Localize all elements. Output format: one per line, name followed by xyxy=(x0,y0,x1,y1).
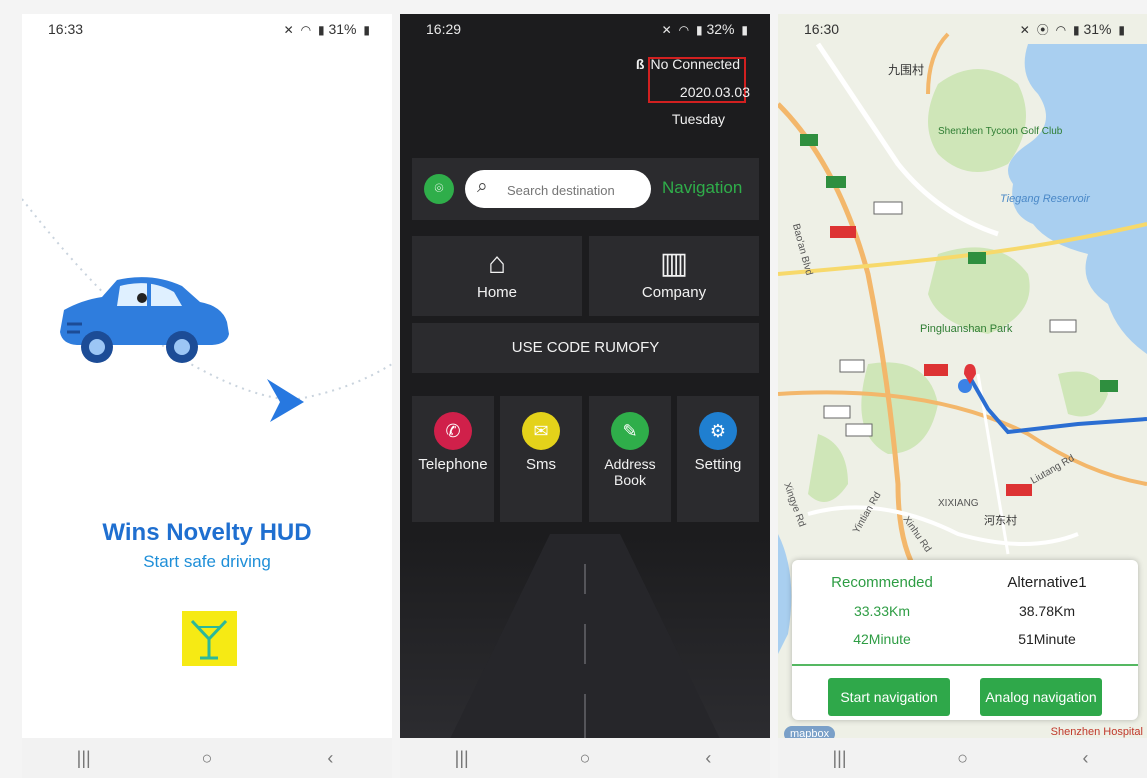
location-pin-icon[interactable]: ⌾ xyxy=(424,174,454,204)
recommended-title: Recommended xyxy=(831,574,933,591)
search-box[interactable]: ⌕ xyxy=(465,170,651,208)
gear-icon: ⚙ xyxy=(699,412,737,450)
system-nav-bar: ||| ○ ‹ xyxy=(22,738,392,778)
address-book-label: Address Book xyxy=(604,456,656,488)
navigation-button[interactable]: Navigation xyxy=(662,178,742,198)
status-bar: 16:30 ✕ ⦿ ◠ ▮ 31% ▮ xyxy=(778,14,1147,44)
divider xyxy=(792,664,1138,666)
recommended-distance: 33.33Km xyxy=(853,603,911,619)
home-screen: 16:29 ✕ ◠ ▮ 32% ▮ ß No Connected 2020.03.… xyxy=(400,14,770,778)
map-label: Shenzhen Hospital xyxy=(1050,726,1143,738)
start-navigation-button[interactable]: Start navigation xyxy=(828,678,950,716)
navigation-bar: ⌾ ⌕ Navigation xyxy=(412,158,759,220)
back-button[interactable]: ‹ xyxy=(1056,748,1116,769)
road-shield xyxy=(1100,380,1118,392)
recent-apps-button[interactable]: ||| xyxy=(810,748,870,769)
address-book-tile[interactable]: ✎ Address Book xyxy=(589,396,671,522)
brand-logo xyxy=(182,611,237,666)
map-label: Shenzhen Tycoon Golf Club xyxy=(938,126,1063,137)
road-shield xyxy=(968,252,986,264)
recent-apps-button[interactable]: ||| xyxy=(54,748,114,769)
splash-screen: 16:33 ✕ ◠ ▮ 31% ▮ Wins Novelty HUD Start… xyxy=(22,14,392,778)
alternative-route[interactable]: Alternative1 38.78Km 51Minute xyxy=(967,574,1127,659)
road-shield xyxy=(839,359,865,373)
telephone-label: Telephone xyxy=(418,456,488,473)
home-button[interactable]: ○ xyxy=(555,748,615,769)
road-shield xyxy=(1006,484,1032,496)
alternative-title: Alternative1 xyxy=(1007,574,1087,591)
route-options-card: Recommended 33.33Km 42Minute Alternative… xyxy=(792,560,1138,720)
search-icon: ⌕ xyxy=(477,176,488,197)
home-tile[interactable]: ⌂ Home xyxy=(412,236,582,316)
map-label: Tiegang Reservoir xyxy=(1000,193,1091,205)
mute-icon: ✕ xyxy=(1019,23,1030,37)
home-icon: ⌂ xyxy=(487,247,507,280)
logo-icon xyxy=(190,619,228,660)
phone-icon: ✆ xyxy=(434,412,472,450)
company-label: Company xyxy=(641,284,707,301)
weekday-label: Tuesday xyxy=(671,111,725,127)
company-tile[interactable]: ▥ Company xyxy=(589,236,759,316)
alternative-duration: 51Minute xyxy=(1018,631,1076,647)
app-title: Wins Novelty HUD xyxy=(102,519,312,546)
app-subtitle: Start safe driving xyxy=(143,552,271,571)
map-label: 河东村 xyxy=(984,513,1017,527)
road-background xyxy=(400,534,770,739)
road-shield xyxy=(826,176,846,188)
road-shield xyxy=(873,201,903,215)
system-nav-bar: ||| ○ ‹ xyxy=(400,738,770,778)
sms-tile[interactable]: ✉ Sms xyxy=(500,396,582,522)
battery-icon: ▮ xyxy=(741,23,748,37)
system-nav-bar: ||| ○ ‹ xyxy=(778,738,1147,778)
building-icon: ▥ xyxy=(659,247,689,280)
signal-icon: ▮ xyxy=(695,23,703,37)
road-shield xyxy=(830,226,856,238)
map-screen: 九围村 Shenzhen Tycoon Golf Club Tiegang Re… xyxy=(778,14,1147,778)
recent-apps-button[interactable]: ||| xyxy=(432,748,492,769)
alternative-distance: 38.78Km xyxy=(1018,603,1076,619)
battery-level: 31% xyxy=(1083,21,1112,37)
promo-banner[interactable]: USE CODE RUMOFY xyxy=(412,323,759,373)
road-shield xyxy=(1049,319,1077,333)
back-button[interactable]: ‹ xyxy=(300,748,360,769)
home-button[interactable]: ○ xyxy=(933,748,993,769)
road-shield xyxy=(924,364,948,376)
setting-tile[interactable]: ⚙ Setting xyxy=(677,396,759,522)
map-label: 九围村 xyxy=(888,63,924,77)
setting-label: Setting xyxy=(694,456,742,473)
date-label: 2020.03.03 xyxy=(679,84,750,100)
status-time: 16:29 xyxy=(426,21,462,37)
status-bar: 16:29 ✕ ◠ ▮ 32% ▮ xyxy=(400,14,770,44)
road-shield xyxy=(800,134,818,146)
wifi-icon: ◠ xyxy=(678,23,690,37)
search-input[interactable] xyxy=(505,178,649,202)
map-label: Pingluanshan Park xyxy=(920,323,1013,335)
battery-icon: ▮ xyxy=(1118,23,1125,37)
bluetooth-icon: ß xyxy=(635,56,645,72)
sms-icon: ✉ xyxy=(522,412,560,450)
address-book-icon: ✎ xyxy=(611,412,649,450)
road-shield xyxy=(845,423,873,437)
recommended-duration: 42Minute xyxy=(853,631,911,647)
road-shield xyxy=(823,405,851,419)
wifi-icon: ◠ xyxy=(1055,23,1067,37)
mute-icon: ✕ xyxy=(661,23,672,37)
home-label: Home xyxy=(476,284,517,301)
car-icon xyxy=(60,277,229,363)
arrow-icon xyxy=(267,379,304,422)
sms-label: Sms xyxy=(526,456,556,473)
status-time: 16:30 xyxy=(804,21,840,37)
recommended-route[interactable]: Recommended 33.33Km 42Minute xyxy=(802,574,962,659)
map-label: XIXIANG xyxy=(938,498,979,509)
telephone-tile[interactable]: ✆ Telephone xyxy=(412,396,494,522)
home-button[interactable]: ○ xyxy=(177,748,237,769)
back-button[interactable]: ‹ xyxy=(678,748,738,769)
signal-icon: ▮ xyxy=(1072,23,1080,37)
route-arc-illustration xyxy=(22,198,392,422)
battery-level: 32% xyxy=(706,21,735,37)
analog-navigation-button[interactable]: Analog navigation xyxy=(980,678,1102,716)
location-icon: ⦿ xyxy=(1036,23,1049,37)
